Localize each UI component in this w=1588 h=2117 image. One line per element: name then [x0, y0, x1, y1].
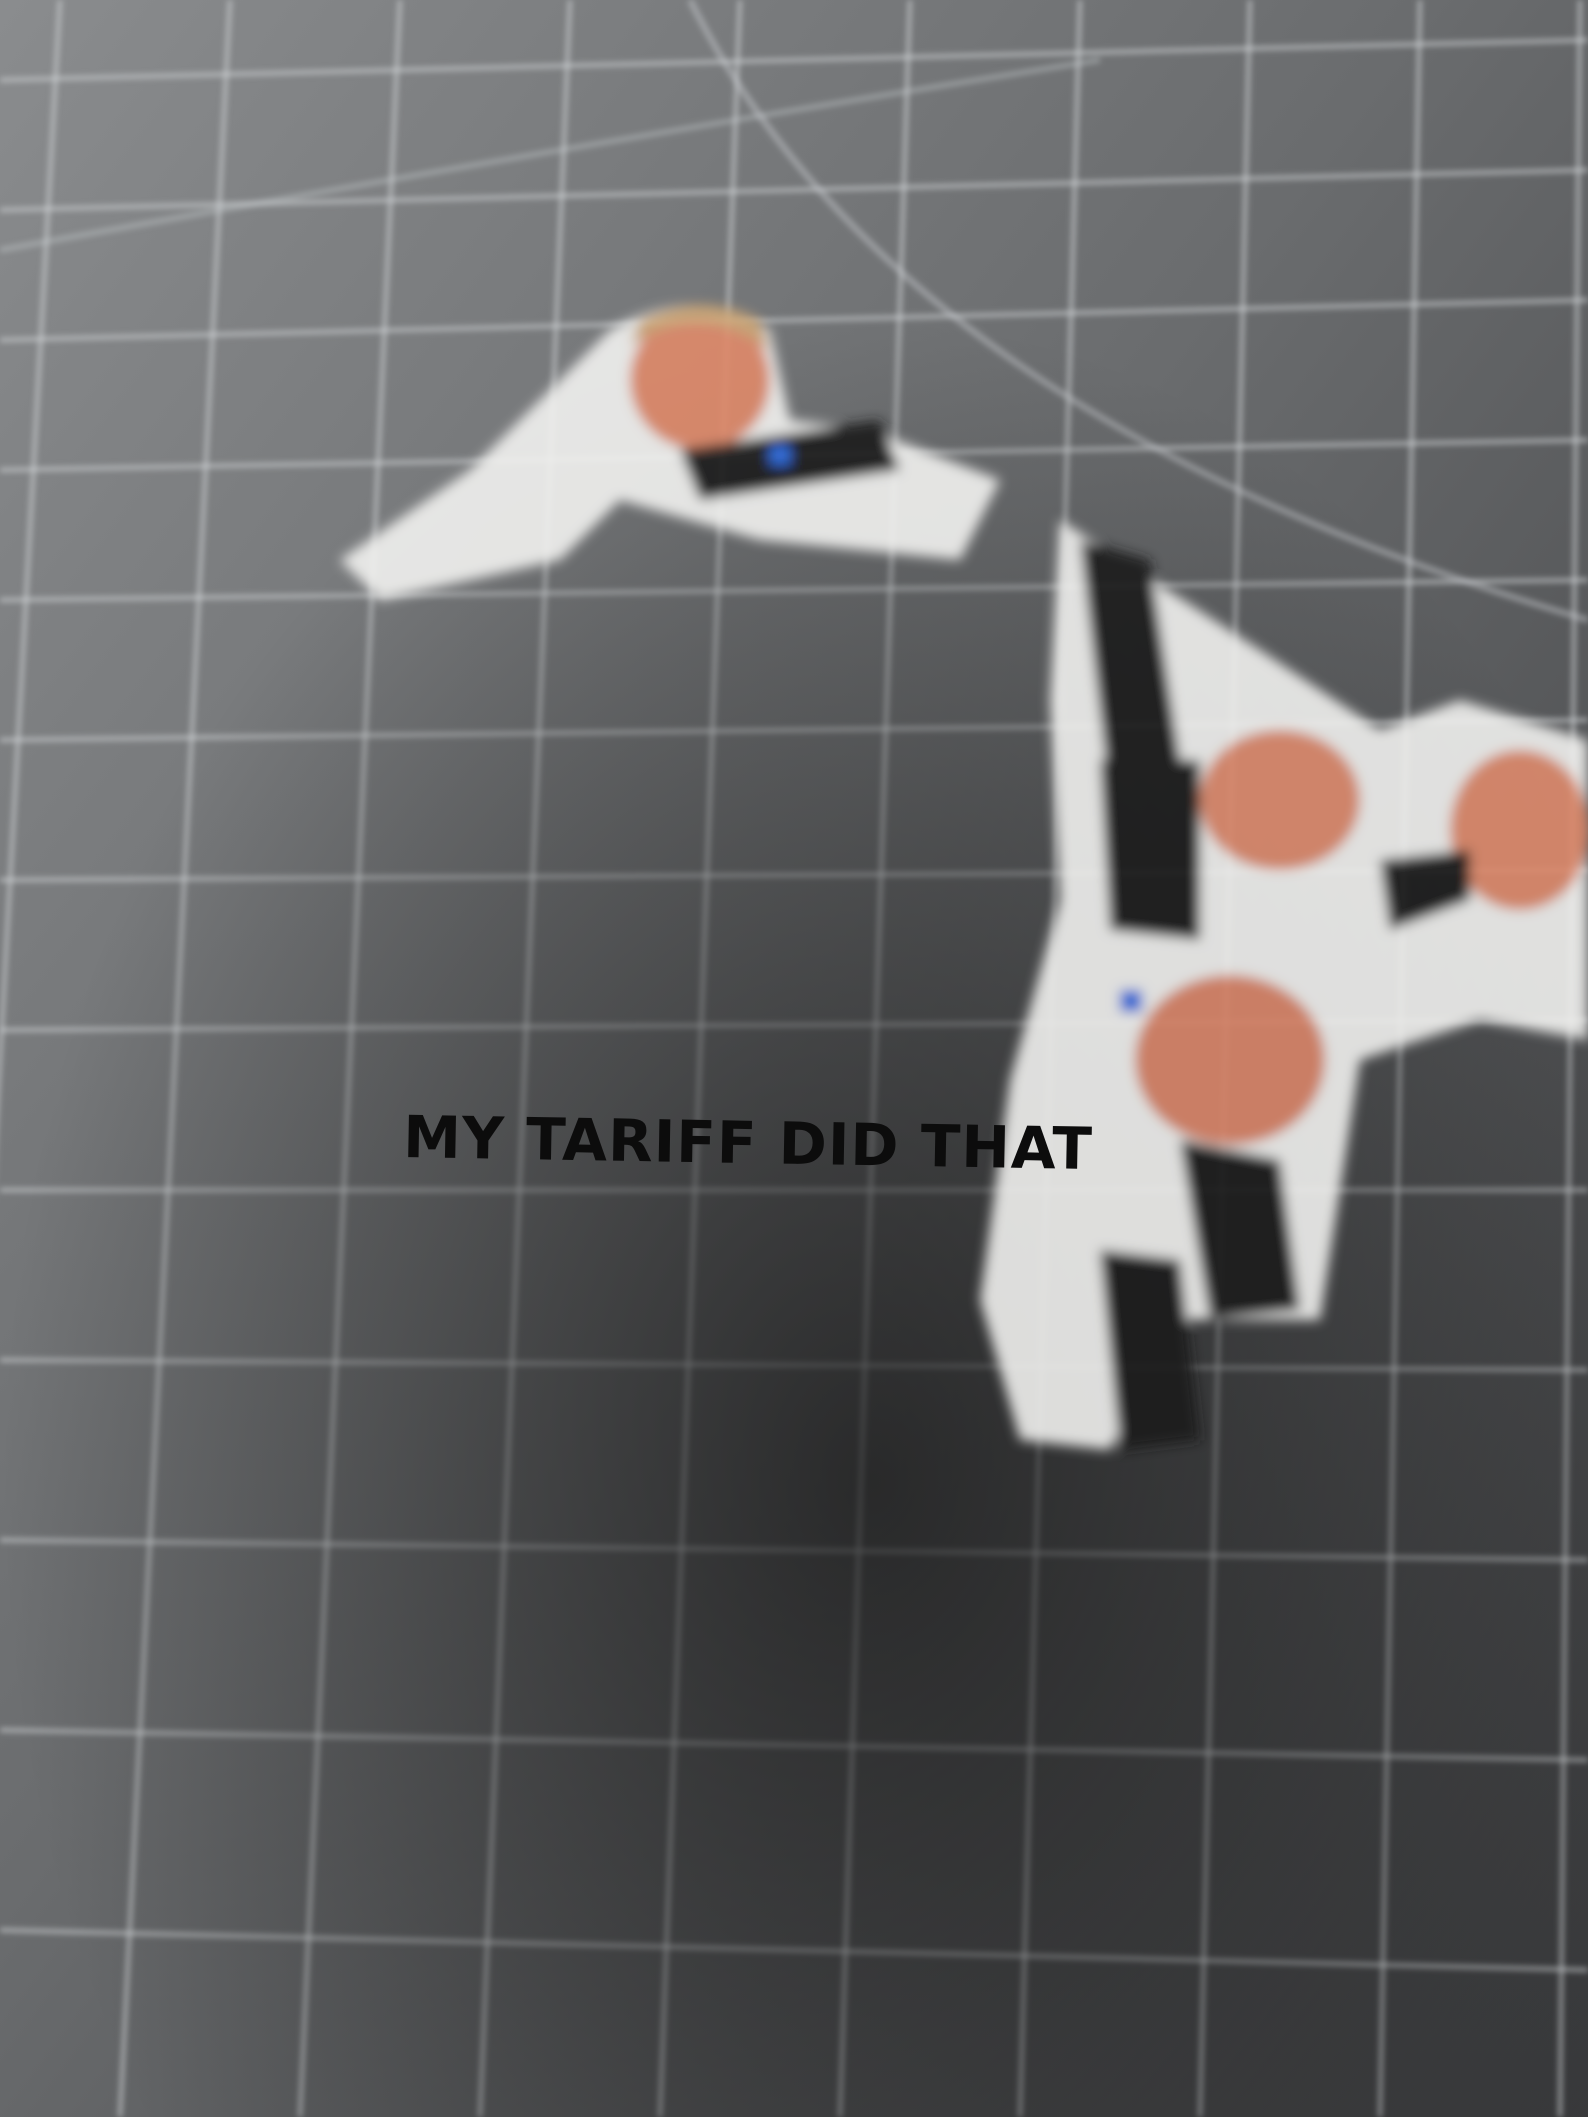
- photo-illustration: [0, 0, 1588, 2117]
- photo-scene: MY TARIFF DID THAT: [0, 0, 1588, 2117]
- sticker-caption: MY TARIFF DID THAT: [402, 1102, 1094, 1184]
